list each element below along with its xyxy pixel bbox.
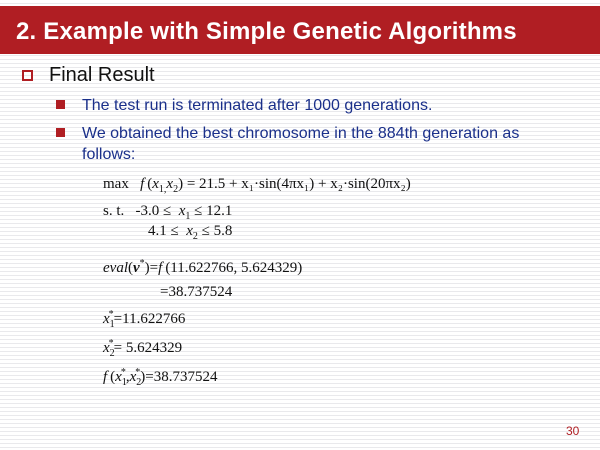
section-heading-row: Final Result [22, 64, 155, 87]
square-bullet-icon [56, 128, 65, 137]
page-number: 30 [566, 424, 580, 438]
f-result: f (x1*,x2*)=38.737524 [103, 367, 218, 388]
eval-expression: eval(v*)=f (11.622766, 5.624329) [103, 258, 303, 276]
x1-value: =11.622766 [113, 311, 186, 327]
constraint-2-lower: 4.1 ≤ [148, 223, 179, 239]
constraint-1-lower: -3.0 ≤ [135, 203, 172, 219]
max-label: max [103, 176, 129, 192]
x2-value: = 5.624329 [113, 340, 183, 356]
f-value: =38.737524 [145, 369, 218, 385]
bullet-text-1: The test run is terminated after 1000 ge… [82, 97, 433, 114]
bullet-item-1: The test run is terminated after 1000 ge… [56, 95, 556, 116]
hollow-square-bullet-icon [22, 70, 33, 81]
constraint-1: s. t. -3.0 ≤ x1 ≤ 12.1 [103, 203, 233, 222]
objective-function: max f (x1,x2) = 21.5 + x₁·sin(4πx₁) + x₂… [103, 176, 411, 195]
constraint-2: 4.1 ≤ x2 ≤ 5.8 [148, 223, 233, 242]
x2-result: x2*= 5.624329 [103, 338, 183, 359]
objective-rhs: = 21.5 + x₁·sin(4πx₁) + x₂·sin(20πx₂) [186, 176, 411, 192]
constraint-1-upper: ≤ 12.1 [194, 203, 233, 219]
eval-args: (11.622766, 5.624329) [165, 260, 303, 276]
constraint-2-upper: ≤ 5.8 [201, 223, 233, 239]
title-bar: 2. Example with Simple Genetic Algorithm… [0, 6, 600, 54]
section-heading: Final Result [49, 64, 155, 86]
square-bullet-icon [56, 100, 65, 109]
slide-title: 2. Example with Simple Genetic Algorithm… [16, 18, 517, 45]
x1-result: x1*=11.622766 [103, 309, 186, 330]
st-label: s. t. [103, 203, 125, 219]
bullet-text-2: We obtained the best chromosome in the 8… [82, 125, 520, 163]
bullet-item-2: We obtained the best chromosome in the 8… [56, 123, 556, 165]
eval-result: =38.737524 [160, 284, 233, 300]
